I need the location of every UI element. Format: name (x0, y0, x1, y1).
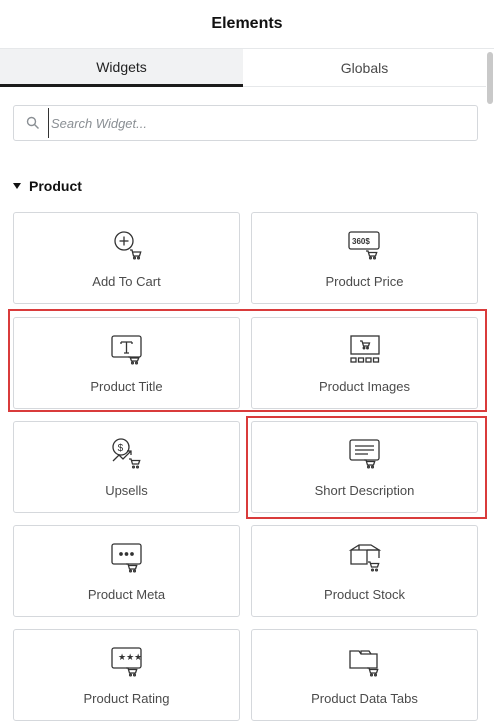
widget-label: Product Rating (83, 691, 170, 706)
category-label: Product (29, 178, 82, 194)
widget-label: Product Title (90, 379, 163, 394)
tab-globals-label: Globals (340, 59, 389, 76)
tab-globals[interactable]: Globals (243, 49, 486, 87)
widget-product-price[interactable]: 360$ Product Price (251, 212, 478, 304)
widget-product-meta[interactable]: Product Meta (13, 525, 240, 617)
widget-label: Upsells (105, 483, 148, 498)
widget-label: Add To Cart (92, 274, 161, 289)
tab-widgets[interactable]: Widgets (0, 49, 243, 87)
product-price-icon: 360$ (347, 228, 383, 260)
widget-label: Short Description (314, 483, 415, 498)
upsells-icon: $ (109, 437, 145, 469)
widget-label: Product Stock (324, 587, 405, 602)
panel-tabs: Widgets Globals (0, 49, 486, 87)
svg-text:$: $ (117, 443, 123, 454)
product-meta-icon (109, 541, 145, 573)
widget-label: Product Images (318, 379, 411, 394)
scrollbar-track[interactable] (486, 49, 494, 725)
widget-label: Product Meta (87, 587, 166, 602)
widget-product-rating[interactable]: ★★★ Product Rating (13, 629, 240, 721)
add-to-cart-icon (109, 228, 145, 260)
panel-header: Elements (0, 0, 494, 49)
search-input[interactable] (48, 108, 477, 138)
widget-label: Product Data Tabs (311, 691, 418, 706)
product-rating-icon: ★★★ (109, 645, 145, 677)
widget-product-images[interactable]: Product Images (251, 317, 478, 409)
panel-title: Elements (211, 15, 283, 32)
svg-text:★★★: ★★★ (118, 653, 142, 663)
category-product-toggle[interactable]: Product (13, 176, 82, 196)
product-stock-icon (347, 541, 383, 573)
caret-down-icon (13, 183, 21, 189)
widget-product-data-tabs[interactable]: Product Data Tabs (251, 629, 478, 721)
svg-text:360$: 360$ (352, 237, 370, 246)
tab-widgets-label: Widgets (96, 58, 147, 75)
widget-product-title[interactable]: Product Title (13, 317, 240, 409)
scrollbar-thumb[interactable] (487, 52, 493, 104)
search-icon (26, 116, 40, 130)
widget-short-description[interactable]: Short Description (251, 421, 478, 513)
widget-product-stock[interactable]: Product Stock (251, 525, 478, 617)
widget-upsells[interactable]: $ Upsells (13, 421, 240, 513)
short-description-icon (347, 437, 383, 469)
product-images-icon (347, 333, 383, 365)
search-box (13, 105, 478, 141)
widget-label: Product Price (325, 274, 404, 289)
product-data-tabs-icon (347, 645, 383, 677)
product-title-icon (109, 333, 145, 365)
widget-add-to-cart[interactable]: Add To Cart (13, 212, 240, 304)
